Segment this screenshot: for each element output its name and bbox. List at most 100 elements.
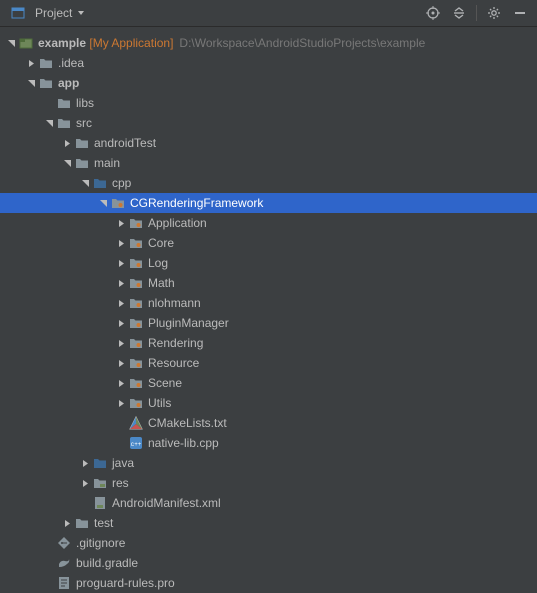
hide-icon[interactable] [509,2,531,24]
locate-icon[interactable] [422,2,444,24]
tree-row[interactable]: Core [0,233,537,253]
gradle-icon [56,556,72,570]
expand-arrow-icon[interactable] [60,519,74,528]
tree-item-label: main [94,156,120,170]
root-path: D:\Workspace\AndroidStudioProjects\examp… [179,36,425,50]
dropdown-arrow-icon [77,9,85,17]
folder-pkg-icon [128,236,144,250]
folder-pkg-icon [128,336,144,350]
tree-item-label: AndroidManifest.xml [112,496,221,510]
expand-arrow-icon[interactable] [60,139,74,148]
expand-arrow-icon[interactable] [4,39,18,48]
tree-row[interactable]: proguard-rules.pro [0,573,537,593]
tree-row[interactable]: androidTest [0,133,537,153]
expand-arrow-icon[interactable] [60,159,74,168]
project-selector-button[interactable]: Project [6,4,89,22]
folder-pkg-icon [110,196,126,210]
tree-row[interactable]: java [0,453,537,473]
root-name: example [38,36,86,50]
tree-row[interactable]: CMakeLists.txt [0,413,537,433]
expand-arrow-icon[interactable] [114,399,128,408]
collapse-all-icon[interactable] [448,2,470,24]
folder-pkg-icon [128,216,144,230]
folder-src-icon [92,176,108,190]
folder-src-icon [92,456,108,470]
tree-row[interactable]: main [0,153,537,173]
expand-arrow-icon[interactable] [78,459,92,468]
tree-row[interactable]: CGRenderingFramework [0,193,537,213]
tree-row[interactable]: src [0,113,537,133]
folder-pkg-icon [128,276,144,290]
tree-item-label: .gitignore [76,536,125,550]
tree-row[interactable]: cpp [0,173,537,193]
module-icon [18,36,34,50]
tree-item-label: .idea [58,56,84,70]
tree-row[interactable]: Utils [0,393,537,413]
tree-item-label: Core [148,236,174,250]
tree-row[interactable]: Application [0,213,537,233]
expand-arrow-icon[interactable] [114,339,128,348]
tree-row[interactable]: test [0,513,537,533]
tree-row[interactable]: Resource [0,353,537,373]
folder-pkg-icon [128,316,144,330]
tree-row[interactable]: .idea [0,53,537,73]
folder-pkg-icon [128,356,144,370]
expand-arrow-icon[interactable] [42,119,56,128]
expand-arrow-icon[interactable] [114,299,128,308]
expand-arrow-icon[interactable] [114,279,128,288]
expand-arrow-icon[interactable] [114,259,128,268]
svg-text:c++: c++ [131,441,142,448]
expand-arrow-icon[interactable] [96,199,110,208]
folder-res-icon [92,476,108,490]
tree-row[interactable]: Math [0,273,537,293]
tree-row[interactable]: build.gradle [0,553,537,573]
tree-row[interactable]: res [0,473,537,493]
tree-row[interactable]: PluginManager [0,313,537,333]
tree-item-label: java [112,456,134,470]
tree-row[interactable]: Log [0,253,537,273]
gear-icon[interactable] [483,2,505,24]
tree-item-label: PluginManager [148,316,229,330]
tree-row[interactable]: libs [0,93,537,113]
expand-arrow-icon[interactable] [78,479,92,488]
tree-item-label: src [76,116,92,130]
project-selector-label: Project [35,6,72,20]
tree-item-label: Utils [148,396,171,410]
tree-item-label: CMakeLists.txt [148,416,227,430]
expand-arrow-icon[interactable] [114,379,128,388]
tree-row[interactable]: AndroidManifest.xml [0,493,537,513]
tree-item-label: Application [148,216,207,230]
expand-arrow-icon[interactable] [114,239,128,248]
project-pane-icon [10,6,26,20]
tree-row[interactable]: nlohmann [0,293,537,313]
tree-row[interactable]: c++native-lib.cpp [0,433,537,453]
expand-arrow-icon[interactable] [78,179,92,188]
folder-icon [74,136,90,150]
tree-item-label: res [112,476,129,490]
folder-pkg-icon [128,376,144,390]
manifest-icon [92,496,108,510]
top-bar: Project [0,0,537,27]
tree-item-label: Resource [148,356,199,370]
root-bracket: [My Application] [89,36,173,50]
folder-icon [56,116,72,130]
tree-root-row[interactable]: example [My Application] D:\Workspace\An… [0,33,537,53]
tree-row[interactable]: app [0,73,537,93]
expand-arrow-icon[interactable] [114,219,128,228]
tree-item-label: androidTest [94,136,156,150]
expand-arrow-icon[interactable] [24,59,38,68]
expand-arrow-icon[interactable] [24,79,38,88]
expand-arrow-icon[interactable] [114,319,128,328]
folder-pkg-icon [128,296,144,310]
tree-item-label: nlohmann [148,296,201,310]
tree-item-label: app [58,76,79,90]
tree-item-label: build.gradle [76,556,138,570]
tree-item-label: cpp [112,176,131,190]
expand-arrow-icon[interactable] [114,359,128,368]
cpp-icon: c++ [128,436,144,450]
folder-pkg-icon [128,396,144,410]
tree-row[interactable]: Scene [0,373,537,393]
tree-row[interactable]: .gitignore [0,533,537,553]
tree-row[interactable]: Rendering [0,333,537,353]
project-tree[interactable]: example [My Application] D:\Workspace\An… [0,27,537,593]
